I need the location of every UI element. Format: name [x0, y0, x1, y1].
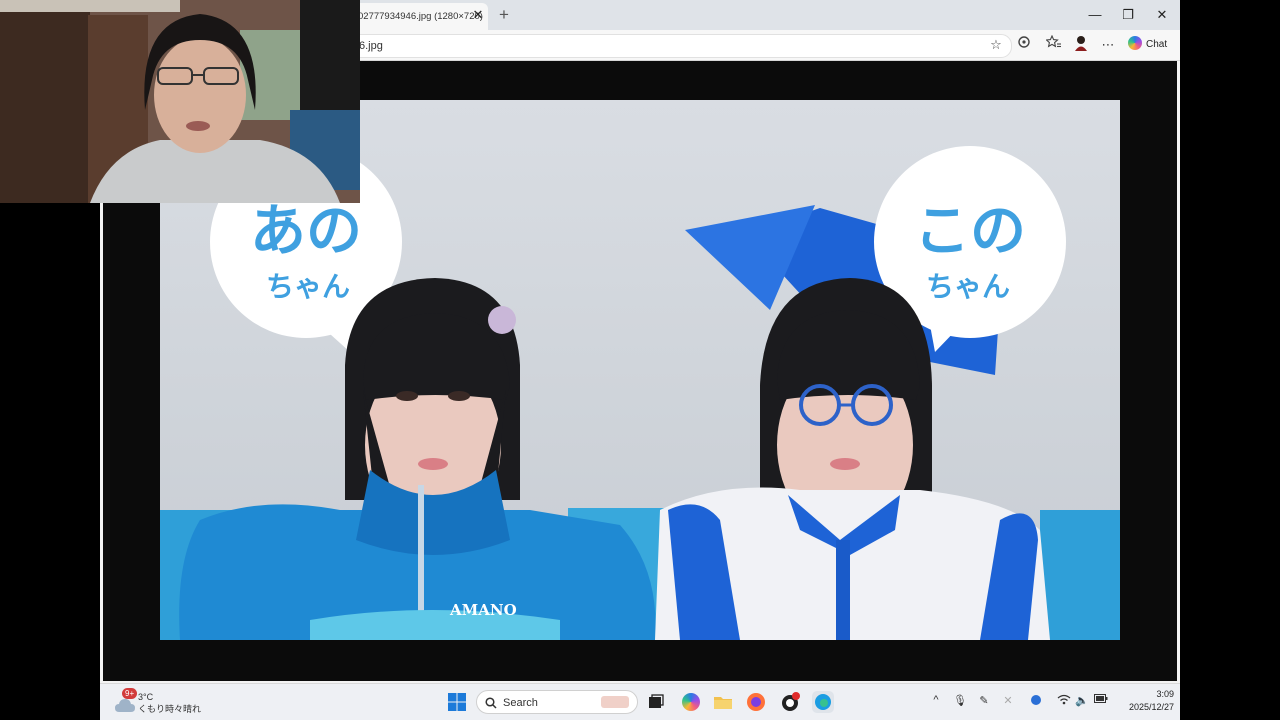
- edge-icon[interactable]: [812, 691, 834, 713]
- profile-avatar-icon[interactable]: [1071, 34, 1091, 56]
- search-placeholder: Search: [503, 697, 538, 709]
- taskbar-search[interactable]: Search: [476, 690, 638, 714]
- bubble-left-title: あの: [250, 199, 362, 264]
- start-icon[interactable]: [446, 691, 468, 713]
- windows-taskbar: 9+ 3°C くもり時々晴れ Search ^ 🎙 ✎ ✕ 🔈 3:09 202…: [100, 683, 1180, 720]
- weather-badge: 9+: [122, 688, 138, 699]
- weather-desc: くもり時々晴れ: [138, 704, 202, 714]
- search-icon: [485, 697, 497, 709]
- tab-close-icon[interactable]: ✕: [470, 7, 486, 23]
- microphone-icon[interactable]: 🎙: [952, 694, 968, 707]
- url-text[interactable]: 6.jpg: [359, 35, 383, 57]
- webcam-overlay: [0, 0, 360, 203]
- copilot-chat-button[interactable]: Chat: [1124, 35, 1176, 55]
- close-window-button[interactable]: ✕: [1147, 4, 1177, 26]
- obs-icon[interactable]: [779, 691, 801, 713]
- weather-temp: 3°C: [138, 692, 154, 702]
- firefox-icon[interactable]: [745, 691, 767, 713]
- search-highlight-icon: [601, 696, 629, 708]
- extensions-icon[interactable]: [1014, 34, 1034, 56]
- maximize-button[interactable]: ❐: [1113, 4, 1143, 26]
- chat-label: Chat: [1146, 39, 1168, 50]
- pen-icon[interactable]: ✎: [976, 694, 992, 707]
- file-explorer-icon[interactable]: [712, 691, 734, 713]
- minimize-button[interactable]: —: [1080, 4, 1110, 26]
- address-bar[interactable]: 6.jpg: [280, 34, 1012, 58]
- copilot-icon: [1128, 36, 1142, 51]
- favorites-icon[interactable]: [1044, 34, 1064, 56]
- tray-x-icon[interactable]: ✕: [1000, 694, 1016, 707]
- new-tab-button[interactable]: +: [495, 5, 513, 25]
- bubble-left-subtitle: ちゃん: [266, 270, 350, 303]
- tab-image[interactable]: 02777934946.jpg (1280×720): [350, 3, 488, 30]
- clock-time: 3:09: [1156, 689, 1174, 699]
- volume-icon[interactable]: 🔈: [1074, 694, 1090, 707]
- weather-widget[interactable]: 9+ 3°C くもり時々晴れ: [114, 688, 214, 718]
- wifi-icon[interactable]: [1056, 694, 1072, 708]
- copilot-taskbar-icon[interactable]: [680, 691, 702, 713]
- jacket-text: AMANO: [449, 601, 517, 619]
- tray-chevron-icon[interactable]: ^: [928, 694, 944, 706]
- task-view-icon[interactable]: [645, 691, 667, 713]
- clock-date: 2025/12/27: [1128, 702, 1174, 712]
- favorite-star-icon[interactable]: ☆: [986, 34, 1006, 56]
- tray-app-icon[interactable]: [1028, 694, 1044, 709]
- bubble-right-subtitle: ちゃん: [926, 270, 1010, 303]
- tab-title: 02777934946.jpg (1280×720): [358, 11, 483, 22]
- more-options-icon[interactable]: ⋯: [1098, 34, 1118, 56]
- system-clock[interactable]: 3:09 2025/12/27: [1116, 688, 1174, 714]
- battery-icon[interactable]: [1093, 694, 1109, 706]
- bubble-right-title: この: [914, 199, 1026, 264]
